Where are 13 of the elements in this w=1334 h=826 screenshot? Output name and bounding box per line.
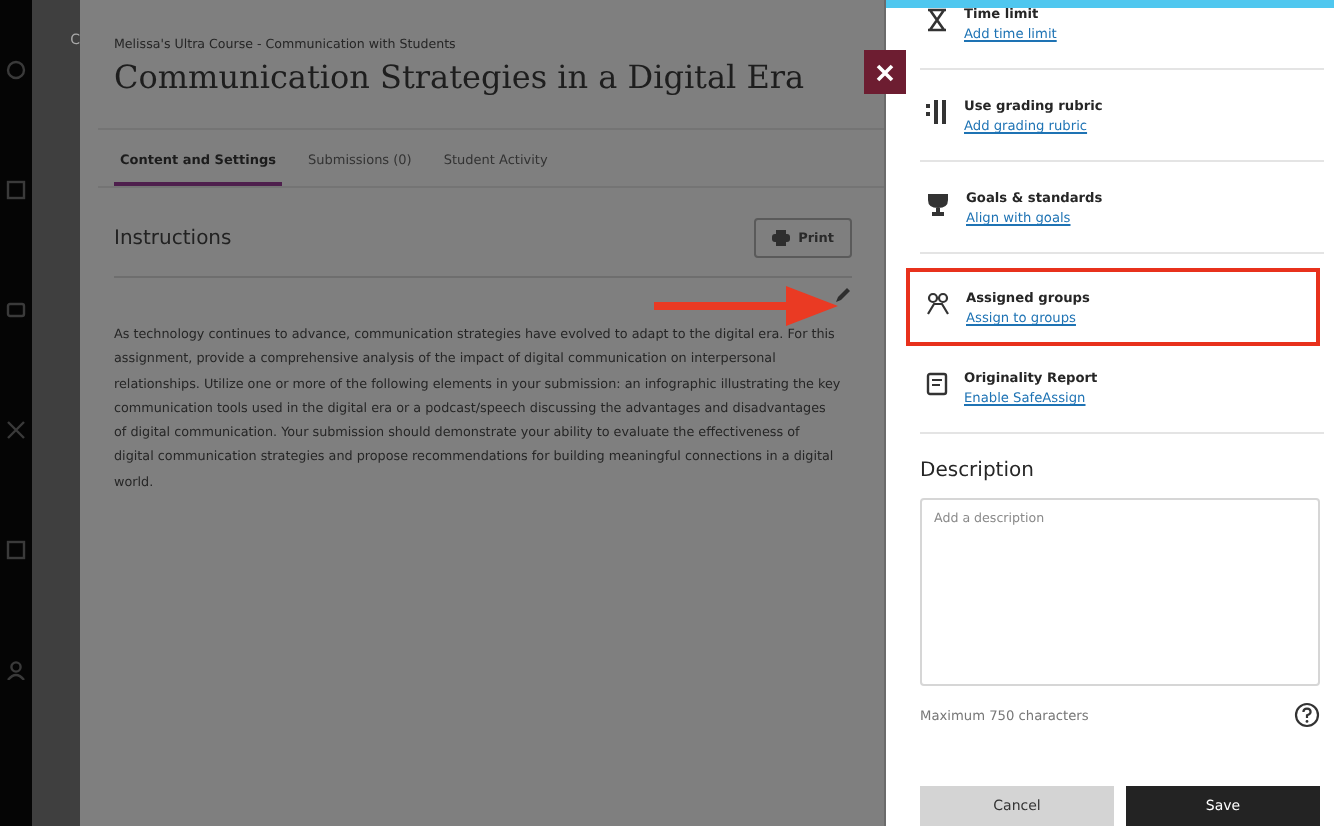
person-icon[interactable]: [6, 660, 26, 680]
close-button[interactable]: [864, 50, 906, 94]
trophy-icon: [926, 192, 950, 216]
page-title: Communication Strategies in a Digital Era: [114, 58, 807, 96]
close-icon: [876, 63, 894, 81]
section-heading: Instructions: [114, 227, 232, 249]
pencil-icon[interactable]: [834, 286, 852, 304]
rubric-icon: [926, 100, 948, 124]
section-heading: Description: [920, 460, 1036, 482]
group-icon: [926, 292, 950, 316]
help-icon[interactable]: [1294, 702, 1320, 728]
report-icon: [926, 372, 948, 396]
hourglass-icon: [926, 8, 948, 32]
